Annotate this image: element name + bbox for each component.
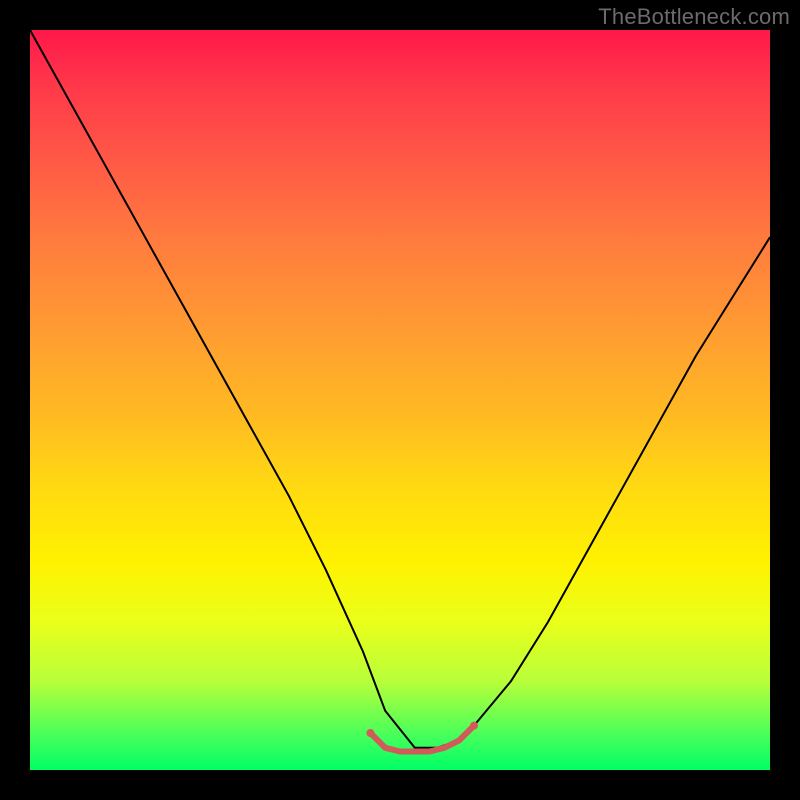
chart-frame: TheBottleneck.com <box>0 0 800 800</box>
plot-svg <box>30 30 770 770</box>
watermark-text: TheBottleneck.com <box>598 4 790 30</box>
band-endpoint-left-icon <box>366 729 374 737</box>
plot-area <box>30 30 770 770</box>
band-endpoint-right-icon <box>470 722 478 730</box>
bottleneck-curve <box>30 30 770 748</box>
